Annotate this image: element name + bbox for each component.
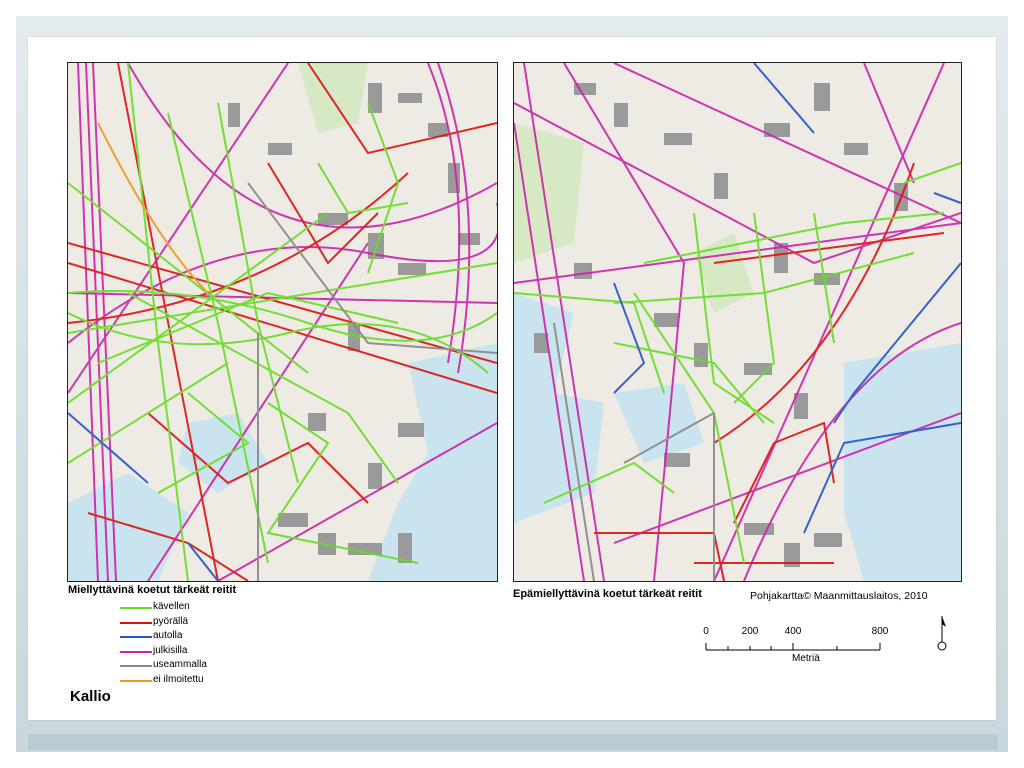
legend-label: kävellen [153,601,190,612]
basemap-credit: Pohjakartta© Maanmittauslaitos, 2010 [750,590,928,602]
scale-bar: 0 200 400 800 Metriä [700,624,900,669]
right-map-title: Epämiellyttävinä koetut tärkeät reitit [513,588,702,600]
legend-swatch [120,679,152,682]
legend-label: ei ilmoitettu [153,673,204,685]
map-pleasant-routes [67,62,498,582]
legend-label: pyörällä [153,615,189,627]
legend-label: autolla [153,630,183,642]
legend-swatch [120,665,152,668]
legend-label: julkisilla [153,644,188,656]
area-name: Kallio [70,688,111,705]
legend-label: useammalla [153,659,207,671]
legend-swatch [120,650,152,653]
legend-swatch [120,621,152,624]
map-unpleasant-canvas [514,63,961,581]
legend-swatch [120,607,152,609]
left-map-title: Miellyttävinä koetut tärkeät reitit [68,584,237,596]
map-unpleasant-routes [513,62,962,582]
map-pleasant-canvas [68,63,497,581]
scale-unit: Metriä [792,653,820,664]
legend-swatch [120,636,152,639]
north-arrow-icon [937,616,947,651]
slide-shadow [28,734,998,750]
